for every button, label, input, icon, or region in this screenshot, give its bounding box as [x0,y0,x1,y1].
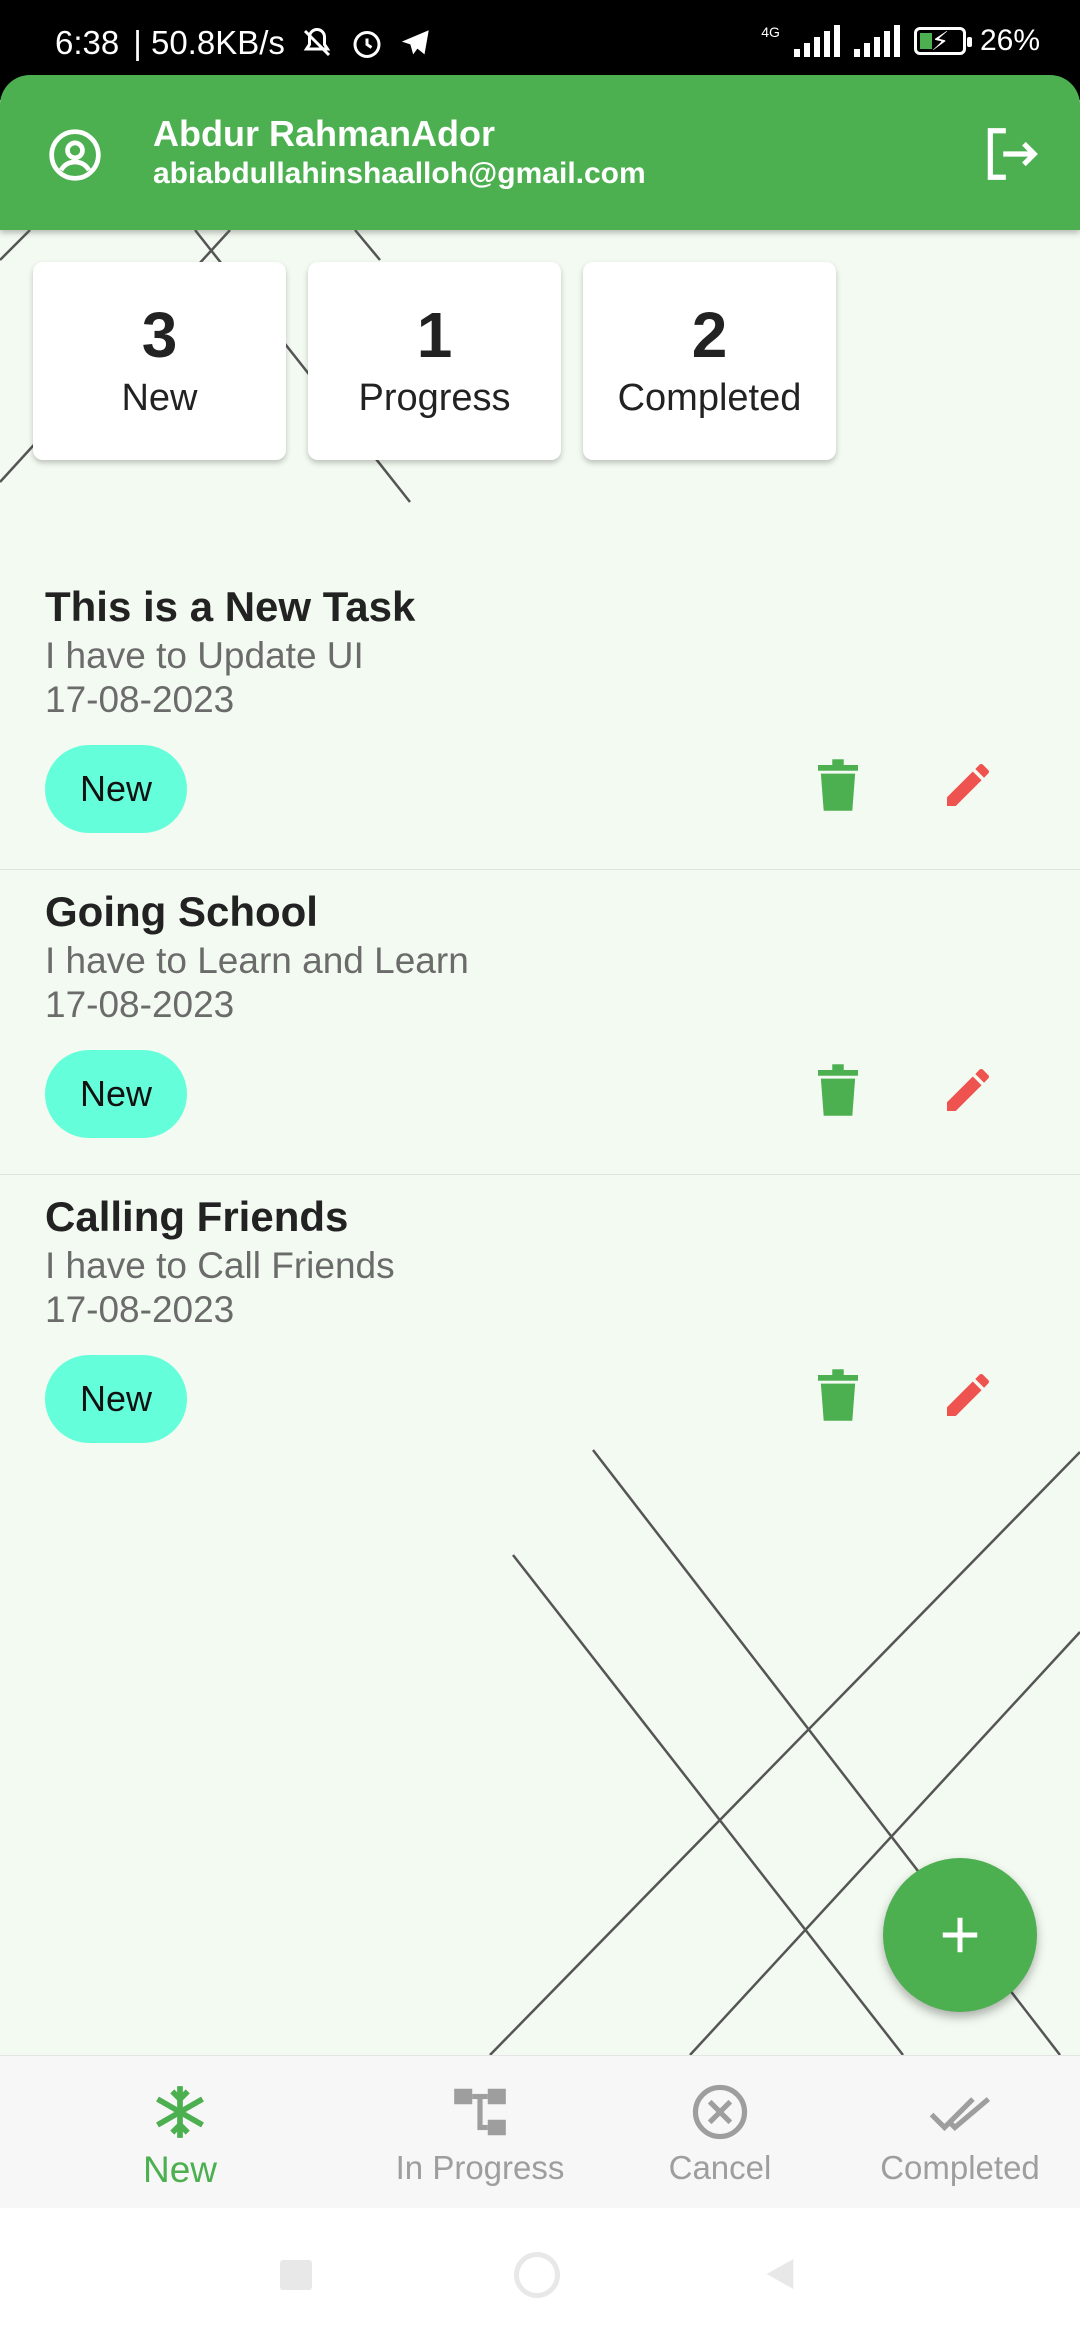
nav-item-new[interactable]: New [60,2081,300,2191]
battery-level: 26% [979,24,1040,57]
edit-icon[interactable] [940,1367,996,1423]
status-chip: New [45,1355,187,1443]
summary-label: New [121,376,198,419]
summary-card-progress: 1 Progress [308,262,561,460]
task-description: I have to Update UI [45,635,364,676]
edit-icon[interactable] [940,757,996,813]
status-chip: New [45,1050,187,1138]
task-description: I have to Learn and Learn [45,940,469,981]
delete-icon[interactable] [818,1064,858,1116]
status-right: 4G ⚡ 26% [761,24,1040,58]
logout-icon[interactable] [980,123,1042,185]
system-navigation [0,2208,1080,2340]
nav-item-in-progress[interactable]: In Progress [360,2081,600,2187]
user-name: Abdur RahmanAdor [153,113,495,154]
snowflake-icon [156,2086,204,2138]
telegram-icon [401,30,429,55]
alarm-icon [353,31,381,58]
task-summary: 3 New 1 Progress 2 Completed [33,262,836,460]
task-date: 17-08-2023 [45,1289,235,1330]
task-title: Going School [45,888,318,935]
home-button[interactable] [514,2252,560,2298]
user-email: abiabdullahinshaalloh@gmail.com [153,157,646,190]
back-button[interactable] [760,2254,800,2294]
task-list: This is a New Task I have to Update UI 1… [0,565,1080,1479]
user-avatar-icon[interactable] [47,127,103,183]
nav-label: New [142,2149,218,2190]
app-bar: Abdur RahmanAdor abiabdullahinshaalloh@g… [0,75,1080,230]
summary-card-new: 3 New [33,262,286,460]
summary-count: 3 [141,298,178,371]
status-speed: | 50.8KB/s [133,24,285,61]
nav-label: Cancel [668,2149,772,2186]
task-title: Calling Friends [45,1193,349,1240]
signal-icon [793,25,840,57]
summary-count: 2 [691,298,728,371]
task-description: I have to Call Friends [45,1245,395,1286]
edit-icon[interactable] [940,1062,996,1118]
mute-bell-icon [303,27,331,57]
plus-icon [942,1917,978,1953]
task-date: 17-08-2023 [45,679,235,720]
nav-label: Completed [880,2149,1040,2186]
summary-count: 1 [416,298,453,371]
status-chip: New [45,745,187,833]
status-time: 6:38 [55,24,120,61]
double-check-icon [929,2097,991,2132]
add-task-button[interactable] [883,1858,1037,2012]
task-title: This is a New Task [45,583,416,630]
task-date: 17-08-2023 [45,984,235,1025]
nav-label: In Progress [395,2149,565,2186]
status-left: 6:38 | 50.8KB/s [55,24,433,62]
recent-apps-button[interactable] [280,2260,312,2290]
summary-label: Progress [358,376,511,419]
bottom-navigation: New In Progress Cancel Completed [0,2055,1080,2209]
nav-item-completed[interactable]: Completed [840,2081,1080,2187]
network-type: 4G [761,24,780,40]
signal-icon [853,25,900,57]
summary-card-completed: 2 Completed [583,262,836,460]
cancel-circle-icon [692,2084,748,2140]
delete-icon[interactable] [818,759,858,811]
battery-icon: ⚡ [913,26,972,56]
summary-label: Completed [617,376,802,419]
task-item[interactable]: Going School I have to Learn and Learn 1… [0,870,1080,1175]
hierarchy-icon [454,2088,506,2136]
task-item[interactable]: Calling Friends I have to Call Friends 1… [0,1175,1080,1479]
delete-icon[interactable] [818,1369,858,1421]
nav-item-cancel[interactable]: Cancel [600,2081,840,2187]
task-item[interactable]: This is a New Task I have to Update UI 1… [0,565,1080,870]
